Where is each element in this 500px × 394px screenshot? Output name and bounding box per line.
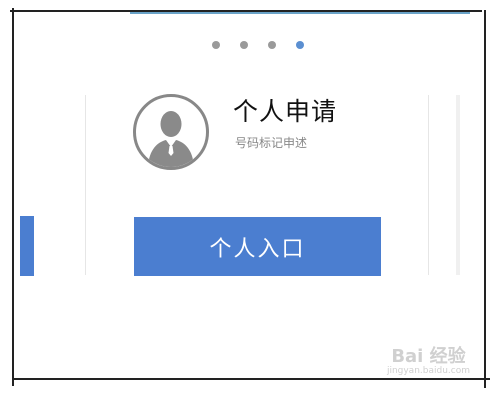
top-accent-line <box>130 12 470 14</box>
previous-card-peek[interactable] <box>20 216 34 276</box>
frame-edge-right <box>484 10 486 388</box>
personal-entry-button[interactable]: 个人入口 <box>134 217 381 276</box>
frame-edge-bottom <box>14 378 490 380</box>
next-card-peek[interactable] <box>456 95 460 275</box>
carousel-dot-4-active[interactable] <box>296 41 304 49</box>
screenshot-frame <box>0 0 500 394</box>
frame-edge-left <box>12 8 14 386</box>
card-subtitle: 号码标记申述 <box>235 136 308 150</box>
user-silhouette-icon <box>133 94 209 170</box>
watermark: Bai 经验 jingyan.baidu.com <box>387 342 470 376</box>
carousel-dot-2[interactable] <box>240 41 248 49</box>
carousel-dot-3[interactable] <box>268 41 276 49</box>
carousel-dot-1[interactable] <box>212 41 220 49</box>
watermark-url: jingyan.baidu.com <box>386 366 470 376</box>
card-divider-left <box>85 95 86 275</box>
card-title: 个人申请 <box>233 97 338 126</box>
carousel-dots <box>212 41 304 49</box>
watermark-brand: Bai 经验 <box>391 346 466 367</box>
card-divider-right <box>428 95 429 275</box>
